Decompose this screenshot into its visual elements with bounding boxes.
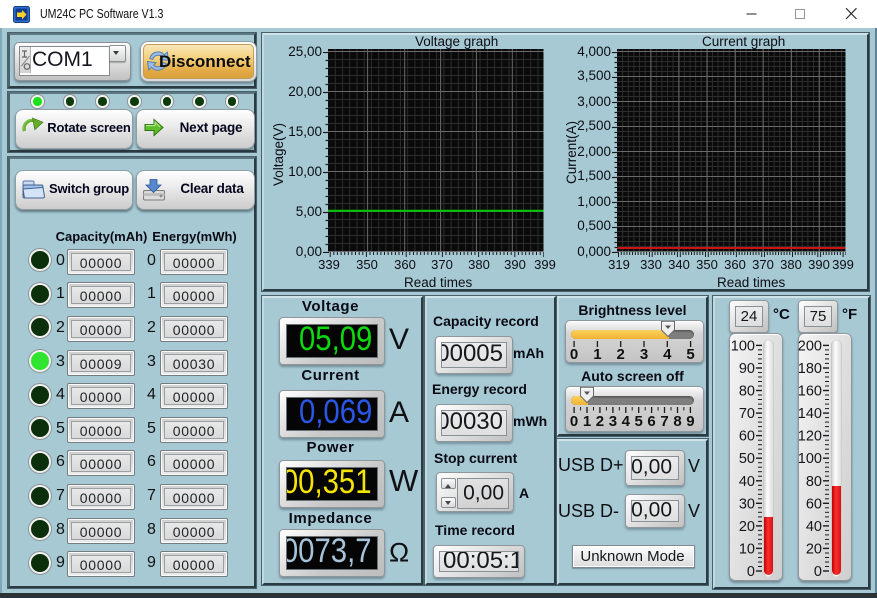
svg-text:10: 10 (739, 541, 755, 557)
svg-text:0: 0 (747, 564, 755, 578)
svg-text:70: 70 (739, 406, 755, 422)
svg-text:160: 160 (798, 384, 822, 400)
svg-text:90: 90 (739, 361, 755, 377)
svg-text:0: 0 (814, 564, 822, 578)
svg-text:100: 100 (731, 338, 755, 354)
svg-text:180: 180 (798, 361, 822, 377)
svg-text:40: 40 (806, 519, 822, 535)
svg-text:60: 60 (806, 496, 822, 512)
svg-text:40: 40 (739, 474, 755, 490)
svg-text:140: 140 (798, 406, 822, 422)
svg-text:80: 80 (806, 474, 822, 490)
svg-text:30: 30 (739, 496, 755, 512)
svg-text:200: 200 (798, 338, 822, 354)
svg-text:80: 80 (739, 384, 755, 400)
svg-text:50: 50 (739, 451, 755, 467)
svg-text:20: 20 (806, 541, 822, 557)
svg-text:100: 100 (798, 451, 822, 467)
svg-text:20: 20 (739, 519, 755, 535)
svg-text:120: 120 (798, 429, 822, 445)
svg-text:60: 60 (739, 429, 755, 445)
